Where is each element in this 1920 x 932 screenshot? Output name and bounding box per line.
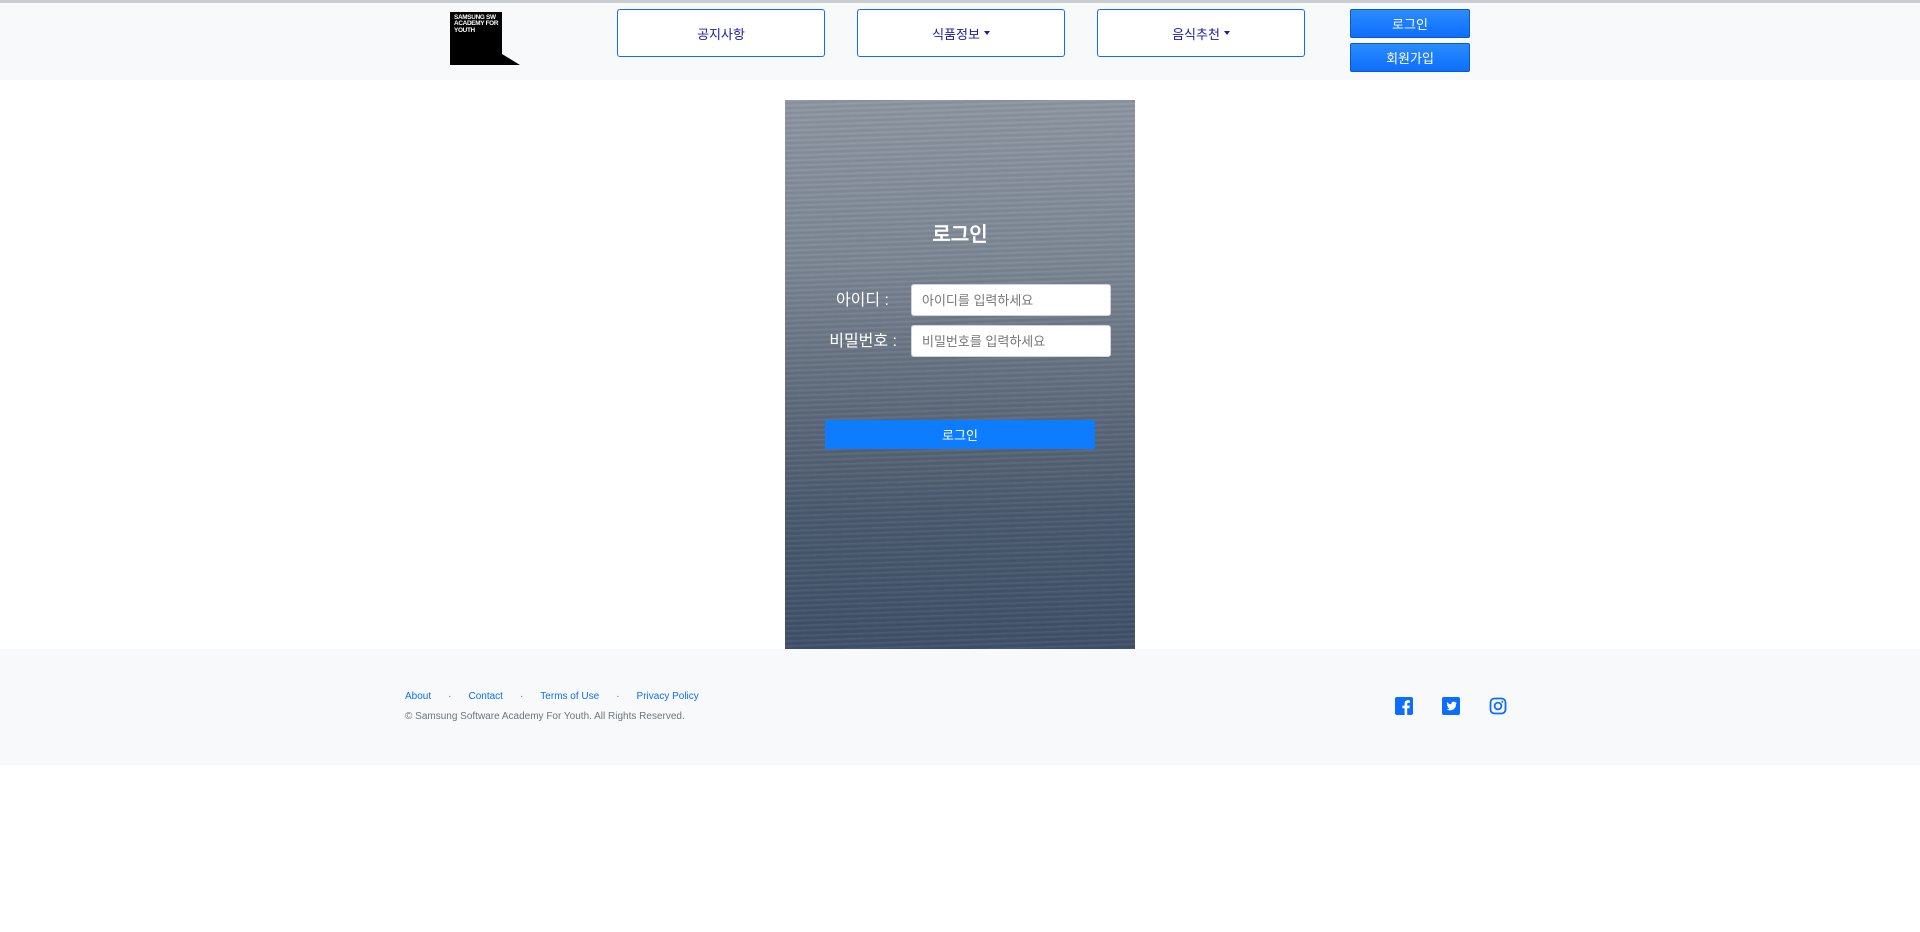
facebook-icon[interactable] [1394,696,1414,716]
logo[interactable]: SAMSUNG SW ACADEMY FOR YOUTH [450,12,520,65]
id-input[interactable] [911,284,1111,316]
login-submit-button[interactable]: 로그인 [825,420,1095,449]
nav-notice-label: 공지사항 [697,26,745,42]
nav-food-info-label: 식품정보 [932,26,980,42]
footer: About · Contact · Terms of Use · Privacy… [0,649,1920,765]
caret-down-icon [983,31,990,35]
logo-text: SAMSUNG SW ACADEMY FOR YOUTH [454,14,499,34]
instagram-icon[interactable] [1488,696,1508,716]
caret-down-icon [1223,31,1230,35]
twitter-icon[interactable] [1441,696,1461,716]
signup-button[interactable]: 회원가입 [1350,43,1470,72]
footer-link-about[interactable]: About [405,691,431,702]
password-label: 비밀번호 : [829,333,897,350]
footer-separator: · [448,691,452,702]
footer-links: About · Contact · Terms of Use · Privacy… [405,691,699,702]
footer-link-privacy[interactable]: Privacy Policy [637,691,699,702]
footer-separator: · [616,691,620,702]
nav-food-recommend-label: 음식추천 [1172,26,1220,42]
nav-food-recommend[interactable]: 음식추천 [1097,9,1305,57]
nav-food-info[interactable]: 식품정보 [857,9,1065,57]
login-card: 로그인 아이디 : 비밀번호 : 로그인 [785,100,1135,649]
login-title: 로그인 [932,224,988,246]
footer-link-terms[interactable]: Terms of Use [540,691,599,702]
footer-separator: · [519,691,524,702]
header-login-button[interactable]: 로그인 [1350,9,1470,38]
footer-link-contact[interactable]: Contact [468,691,502,702]
nav-notice[interactable]: 공지사항 [617,9,825,57]
header: SAMSUNG SW ACADEMY FOR YOUTH 공지사항 식품정보 음… [0,3,1920,80]
password-input[interactable] [911,325,1111,357]
copyright: © Samsung Software Academy For Youth. Al… [405,711,685,722]
id-label: 아이디 : [835,292,889,309]
